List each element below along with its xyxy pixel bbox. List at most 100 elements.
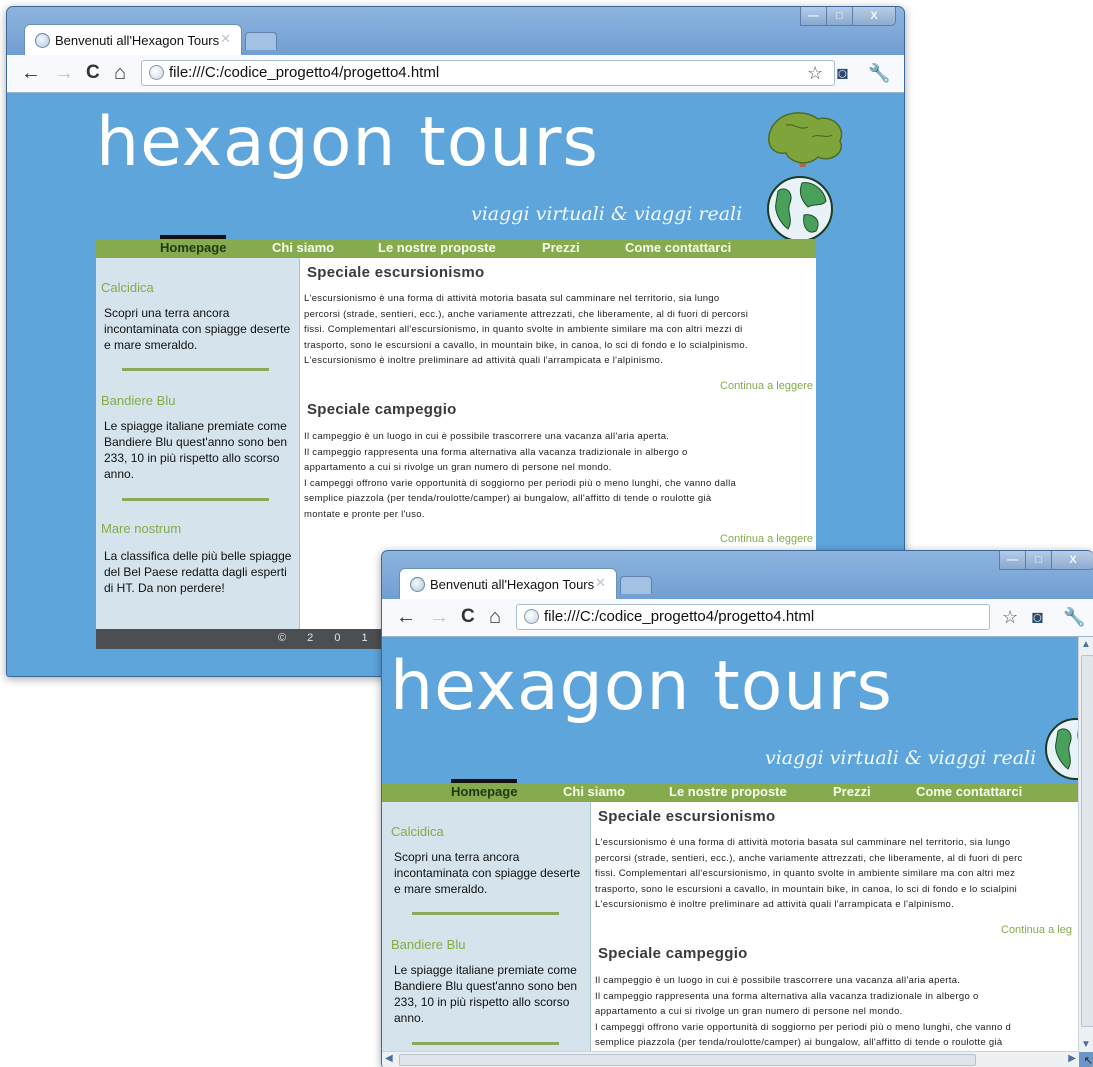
read-more-link[interactable]: Continua a leg	[1001, 924, 1072, 936]
article-line: L'escursionismo è inoltre preliminare ad…	[304, 355, 664, 366]
sidebar-text-mare-nostrum: La classifica delle più belle spiagge de…	[104, 549, 292, 595]
sidebar-text-bandiere-blu: Le spiagge italiane premiate come Bandie…	[394, 963, 578, 1025]
reload-icon[interactable]: C	[461, 607, 475, 627]
menu-item-prezzi[interactable]: Prezzi	[542, 240, 580, 255]
menu-item-homepage[interactable]: Homepage	[160, 240, 226, 255]
scroll-thumb[interactable]	[1081, 655, 1093, 1027]
page-viewport: hexagon tours viaggi virtuali & viaggi r…	[382, 637, 1079, 1052]
article-body: L'escursionismo è una forma di attività …	[304, 291, 748, 369]
home-icon[interactable]: ⌂	[489, 607, 501, 627]
globe-icon	[35, 33, 50, 48]
scroll-left-icon[interactable]: ◀	[385, 1053, 393, 1064]
site-logo-text: hexagon tours	[390, 647, 893, 726]
main-menu: Homepage Chi siamo Le nostre proposte Pr…	[382, 779, 1079, 802]
back-icon[interactable]: ←	[21, 63, 41, 83]
wrench-icon[interactable]: 🔧	[868, 63, 890, 83]
main-content: Speciale escursionismo L'escursionismo è…	[591, 802, 1079, 1052]
article-line: percorsi (strade, sentieri, ecc.), anche…	[304, 308, 749, 320]
browser-tab[interactable]: Benvenuti all'Hexagon Tours ✕	[24, 24, 242, 56]
page-icon	[149, 65, 164, 80]
vertical-scrollbar[interactable]: ▲ ▼	[1078, 637, 1093, 1052]
window-controls: — □ X	[800, 7, 896, 26]
article-line: Il campeggio è un luogo in cui è possibi…	[595, 975, 961, 986]
article-line: fissi. Complementari all'escursionismo, …	[595, 868, 1016, 879]
browser-toolbar: ← → C ⌂ file:///C:/codice_progetto4/prog…	[7, 55, 904, 93]
read-more-link[interactable]: Continua a leggere	[720, 533, 813, 545]
url-text: file:///C:/codice_progetto4/progetto4.ht…	[169, 64, 440, 81]
close-button[interactable]: X	[852, 7, 896, 26]
tree-globe-logo	[767, 112, 843, 242]
article-body: L'escursionismo è una forma di attività …	[595, 835, 1023, 913]
sidebar-divider	[412, 1042, 559, 1045]
site-tagline: viaggi virtuali & viaggi reali	[471, 203, 743, 225]
reload-icon[interactable]: C	[86, 63, 100, 83]
site-tagline: viaggi virtuali & viaggi reali	[765, 747, 1037, 769]
article-line: semplice piazzola (per tenda/roulotte/ca…	[595, 1037, 1003, 1048]
maximize-button[interactable]: □	[826, 7, 853, 26]
minimize-button[interactable]: —	[800, 7, 827, 26]
article-line: Il campeggio rappresenta una forma alter…	[595, 990, 979, 1002]
sidebar-divider	[122, 498, 269, 501]
address-bar[interactable]: file:///C:/codice_progetto4/progetto4.ht…	[516, 604, 990, 630]
sidebar-title-bandiere-blu[interactable]: Bandiere Blu	[391, 937, 465, 952]
menu-item-homepage[interactable]: Homepage	[451, 784, 517, 799]
read-more-link[interactable]: Continua a leggere	[720, 380, 813, 392]
new-tab-button[interactable]	[245, 32, 277, 50]
sidebar-title-bandiere-blu[interactable]: Bandiere Blu	[101, 393, 175, 408]
menu-item-chi-siamo[interactable]: Chi siamo	[563, 784, 625, 799]
menu-item-prezzi[interactable]: Prezzi	[833, 784, 871, 799]
article-line: L'escursionismo è inoltre preliminare ad…	[595, 899, 955, 910]
camera-icon[interactable]: ◙	[837, 63, 848, 83]
menu-item-contatti[interactable]: Come contattarci	[916, 784, 1022, 799]
tree-globe-logo	[1045, 718, 1079, 780]
camera-icon[interactable]: ◙	[1032, 607, 1043, 627]
sidebar-text-calcidica: Scopri una terra ancora incontaminata co…	[394, 850, 581, 896]
sidebar-title-mare-nostrum[interactable]: Mare nostrum	[101, 521, 181, 536]
wrench-icon[interactable]: 🔧	[1063, 607, 1085, 627]
active-indicator	[160, 235, 226, 239]
browser-window-front: Benvenuti all'Hexagon Tours ✕ — □ X ← → …	[381, 550, 1093, 1067]
article-title: Speciale campeggio	[307, 401, 457, 418]
scroll-down-icon[interactable]: ▼	[1081, 1039, 1091, 1050]
horizontal-scrollbar[interactable]: ◀ ▶	[382, 1051, 1079, 1067]
article-line: trasporto, sono le escursioni a cavallo,…	[304, 339, 748, 351]
scroll-thumb[interactable]	[399, 1054, 976, 1066]
main-menu: Homepage Chi siamo Le nostre proposte Pr…	[96, 235, 816, 258]
menu-item-chi-siamo[interactable]: Chi siamo	[272, 240, 334, 255]
article-line: I campeggi offrono varie opportunità di …	[595, 1021, 1012, 1033]
article-line: semplice piazzola (per tenda/roulotte/ca…	[304, 493, 712, 504]
window-controls: — □ X	[999, 551, 1093, 570]
scroll-right-icon[interactable]: ▶	[1068, 1053, 1076, 1064]
browser-tab[interactable]: Benvenuti all'Hexagon Tours ✕	[399, 568, 617, 600]
title-bar: Benvenuti all'Hexagon Tours ✕ — □ X	[7, 7, 904, 61]
star-icon[interactable]: ☆	[807, 63, 823, 83]
tab-close-icon[interactable]: ✕	[220, 31, 231, 47]
title-bar: Benvenuti all'Hexagon Tours ✕ — □ X	[382, 551, 1093, 605]
forward-icon[interactable]: →	[429, 607, 449, 627]
scroll-up-icon[interactable]: ▲	[1081, 639, 1091, 650]
globe-icon	[410, 577, 425, 592]
minimize-button[interactable]: —	[999, 551, 1026, 570]
maximize-button[interactable]: □	[1025, 551, 1052, 570]
menu-item-proposte[interactable]: Le nostre proposte	[378, 240, 496, 255]
back-icon[interactable]: ←	[396, 607, 416, 627]
article-body: Il campeggio è un luogo in cui è possibi…	[304, 429, 736, 522]
tab-close-icon[interactable]: ✕	[595, 575, 606, 591]
close-button[interactable]: X	[1051, 551, 1093, 570]
star-icon[interactable]: ☆	[1002, 607, 1018, 627]
page-icon	[524, 609, 539, 624]
forward-icon[interactable]: →	[54, 63, 74, 83]
sidebar-title-calcidica[interactable]: Calcidica	[391, 824, 444, 839]
menu-item-proposte[interactable]: Le nostre proposte	[669, 784, 787, 799]
menu-item-contatti[interactable]: Come contattarci	[625, 240, 731, 255]
article-line: Il campeggio rappresenta una forma alter…	[304, 446, 688, 458]
new-tab-button[interactable]	[620, 576, 652, 594]
home-icon[interactable]: ⌂	[114, 63, 126, 83]
sidebar-title-calcidica[interactable]: Calcidica	[101, 280, 154, 295]
url-text: file:///C:/codice_progetto4/progetto4.ht…	[544, 608, 815, 625]
browser-toolbar: ← → C ⌂ file:///C:/codice_progetto4/prog…	[382, 599, 1093, 637]
address-bar[interactable]: file:///C:/codice_progetto4/progetto4.ht…	[141, 60, 835, 86]
article-title: Speciale escursionismo	[598, 808, 776, 825]
article-line: fissi. Complementari all'escursionismo, …	[304, 324, 743, 335]
article-line: montate e pronte per l'uso.	[304, 508, 425, 520]
